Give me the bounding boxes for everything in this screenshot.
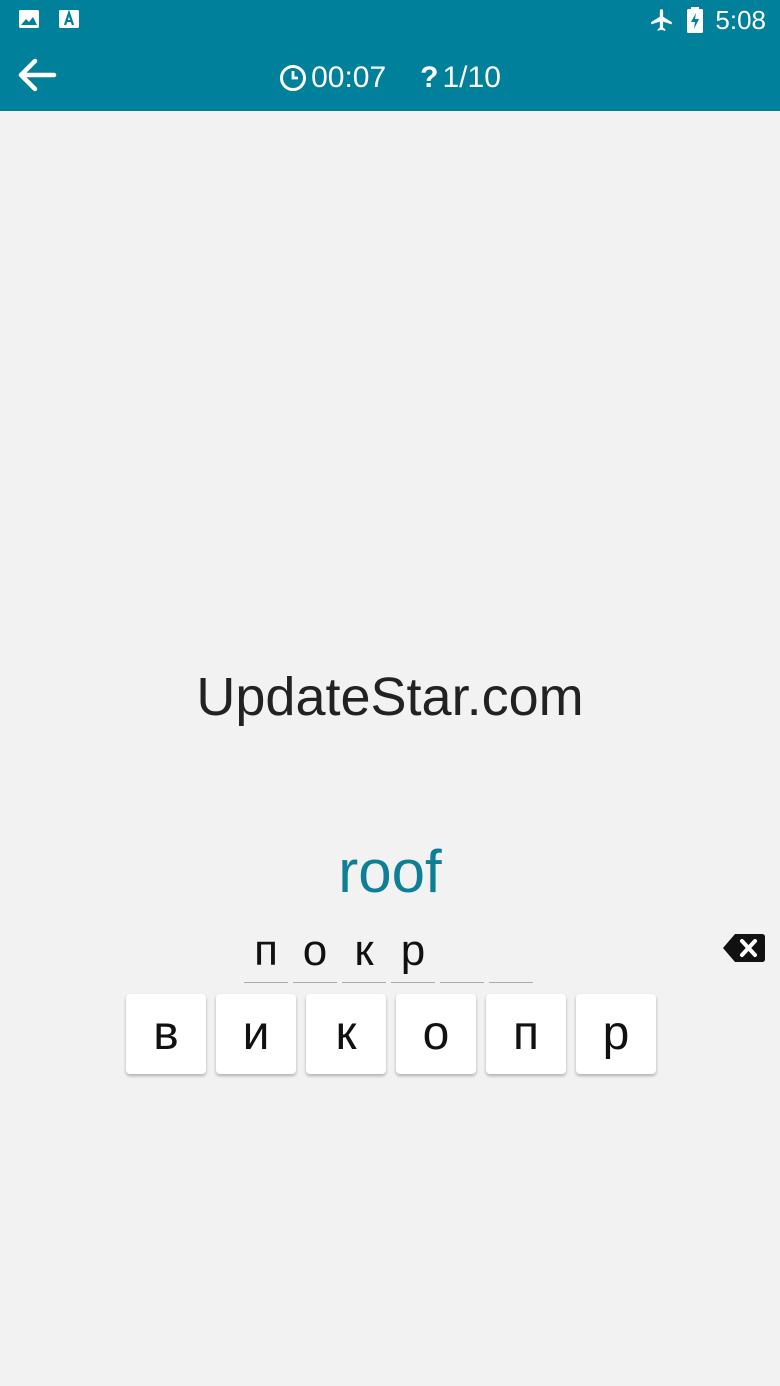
question-icon: ? [420, 61, 439, 94]
app-bar: 5:08 00:07 ? 1/10 [0, 0, 780, 111]
answer-slots: п о к р [244, 924, 533, 983]
letter-tile[interactable]: р [576, 994, 656, 1074]
letter-tile[interactable]: о [396, 994, 476, 1074]
answer-slot: к [342, 924, 386, 983]
quiz-stats: 00:07 ? 1/10 [0, 58, 780, 98]
target-word: roof [338, 838, 442, 905]
answer-slot: п [244, 924, 288, 983]
airplane-icon [651, 9, 673, 31]
progress-value: 1/10 [442, 61, 501, 94]
progress: ? 1/10 [420, 58, 501, 98]
answer-slot: р [391, 924, 435, 983]
letter-tiles: в и к о п р [126, 994, 656, 1074]
timer: 00:07 [279, 61, 386, 95]
answer-slot [440, 924, 484, 983]
timer-value: 00:07 [311, 61, 387, 94]
watermark: UpdateStar.com [196, 667, 584, 727]
status-bar-right: 5:08 [649, 4, 766, 36]
status-bar-left [18, 8, 80, 30]
battery-charging-icon [687, 7, 704, 33]
letter-tile[interactable]: п [486, 994, 566, 1074]
clock-icon [280, 65, 307, 91]
font-icon [59, 9, 79, 28]
backspace-icon[interactable] [722, 932, 766, 964]
answer-slot [489, 924, 533, 983]
answer-slot: о [293, 924, 337, 983]
status-time: 5:08 [715, 5, 766, 35]
letter-tile[interactable]: к [306, 994, 386, 1074]
image-icon [19, 10, 39, 28]
letter-tile[interactable]: и [216, 994, 296, 1074]
letter-tile[interactable]: в [126, 994, 206, 1074]
